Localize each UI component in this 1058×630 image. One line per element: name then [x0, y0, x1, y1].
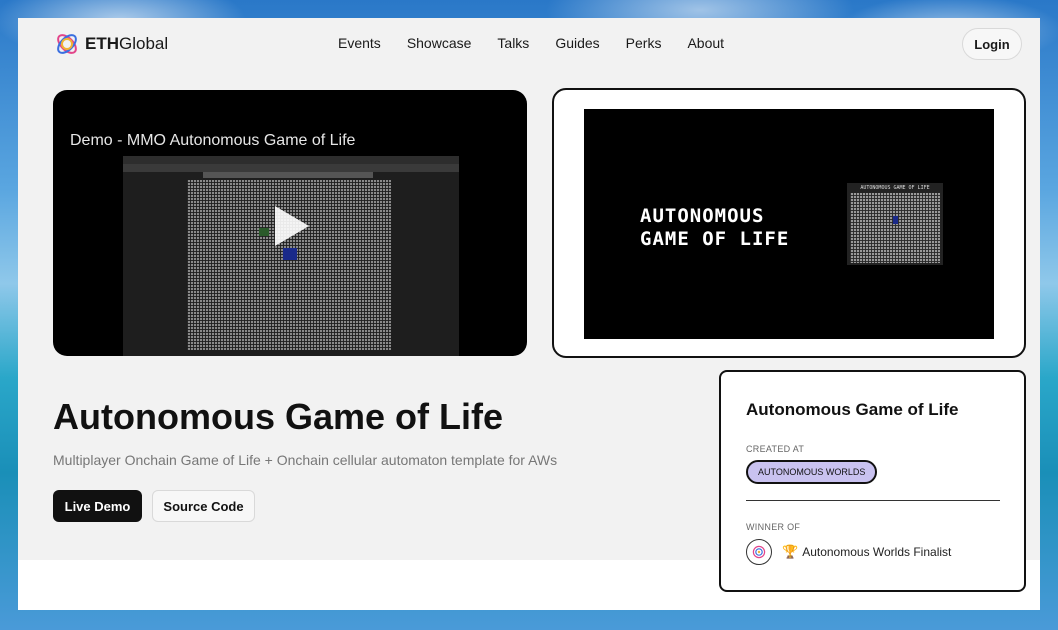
event-tag[interactable]: AUTONOMOUS WORLDS	[746, 460, 878, 484]
video-browser-bar	[123, 164, 459, 172]
video-title: Demo - MMO Autonomous Game of Life	[70, 132, 356, 149]
nav-guides[interactable]: Guides	[555, 35, 599, 51]
video-browser-tabs	[123, 156, 459, 164]
nav-perks[interactable]: Perks	[626, 35, 662, 51]
prize-row[interactable]: 🏆 Autonomous Worlds Finalist	[746, 539, 951, 565]
ethglobal-logo[interactable]: ETHGlobal	[53, 30, 168, 58]
login-button[interactable]: Login	[962, 28, 1022, 60]
project-thumbnail: AUTONOMOUS GAME OF LIFE AUTONOMOUS GAME …	[552, 88, 1026, 358]
winner-of-label: WINNER OF	[746, 522, 801, 532]
ethglobal-logo-icon	[57, 34, 77, 54]
browser-page: ETHGlobal Events Showcase Talks Guides P…	[18, 18, 1040, 610]
nav-talks[interactable]: Talks	[497, 35, 529, 51]
project-info-card: Autonomous Game of Life CREATED AT AUTON…	[719, 370, 1026, 592]
project-description: Multiplayer Onchain Game of Life + Oncha…	[53, 452, 558, 468]
blue-cells	[283, 248, 297, 260]
trophy-icon: 🏆	[782, 544, 799, 559]
top-nav: ETHGlobal Events Showcase Talks Guides P…	[18, 18, 1040, 70]
prize-text: 🏆 Autonomous Worlds Finalist	[782, 544, 952, 559]
thumbnail-title: AUTONOMOUS GAME OF LIFE	[640, 205, 790, 250]
nav-showcase[interactable]: Showcase	[407, 35, 472, 51]
video-game-header	[203, 172, 373, 178]
project-title: Autonomous Game of Life	[53, 396, 503, 437]
mini-game-grid	[850, 193, 940, 263]
card-title: Autonomous Game of Life	[746, 400, 959, 419]
nav-links: Events Showcase Talks Guides Perks About	[338, 35, 750, 51]
play-icon[interactable]	[275, 206, 309, 246]
sponsor-logo-icon	[746, 539, 772, 565]
logo-text: ETHGlobal	[85, 34, 169, 53]
demo-video-player[interactable]: Demo - MMO Autonomous Game of Life	[53, 90, 527, 356]
thumbnail-game-preview: AUTONOMOUS GAME OF LIFE	[847, 183, 943, 265]
nav-about[interactable]: About	[687, 35, 724, 51]
card-divider	[746, 500, 1000, 501]
mini-game-header: AUTONOMOUS GAME OF LIFE	[860, 185, 930, 191]
live-demo-button[interactable]: Live Demo	[53, 490, 142, 522]
video-frame-screenshot	[123, 156, 459, 356]
thumbnail-image: AUTONOMOUS GAME OF LIFE AUTONOMOUS GAME …	[584, 109, 994, 339]
source-code-button[interactable]: Source Code	[152, 490, 255, 522]
nav-events[interactable]: Events	[338, 35, 381, 51]
created-at-label: CREATED AT	[746, 444, 805, 454]
green-cells	[259, 228, 269, 236]
mini-blue-cells	[893, 216, 898, 224]
